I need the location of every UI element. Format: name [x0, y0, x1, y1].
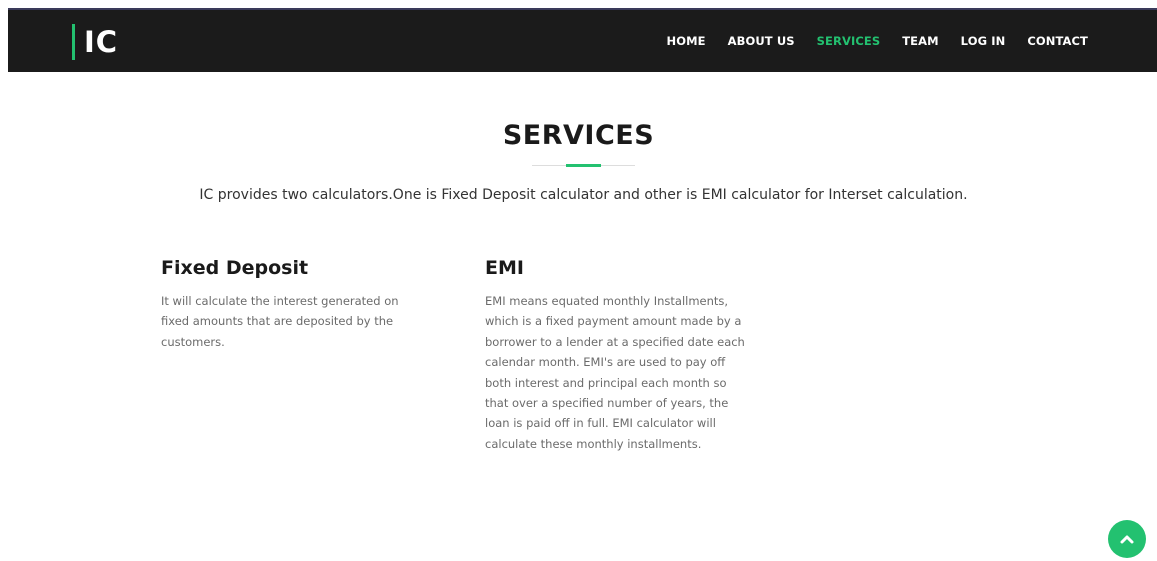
top-navbar: IC HOME ABOUT US SERVICES TEAM LOG IN CO… — [8, 8, 1157, 72]
nav-about-us[interactable]: ABOUT US — [728, 34, 795, 48]
services-intro: IC provides two calculators.One is Fixed… — [199, 187, 968, 203]
main-nav: HOME ABOUT US SERVICES TEAM LOG IN CONTA… — [666, 10, 1088, 72]
nav-team[interactable]: TEAM — [902, 34, 938, 48]
chevron-up-icon — [1120, 535, 1134, 544]
nav-log-in[interactable]: LOG IN — [961, 34, 1006, 48]
service-emi: EMI EMI means equated monthly Installmen… — [485, 257, 747, 454]
brand-logo[interactable]: IC — [72, 24, 118, 60]
title-divider-accent — [566, 164, 601, 167]
service-fixed-deposit: Fixed Deposit It will calculate the inte… — [161, 257, 401, 352]
scroll-to-top-button[interactable] — [1108, 520, 1146, 558]
services-title: SERVICES — [502, 120, 655, 151]
logo-accent-bar — [72, 24, 75, 60]
service-description: EMI means equated monthly Installments, … — [485, 294, 745, 451]
nav-home[interactable]: HOME — [666, 34, 705, 48]
service-title: Fixed Deposit — [161, 257, 309, 279]
service-description: It will calculate the interest generated… — [161, 294, 399, 349]
nav-contact[interactable]: CONTACT — [1027, 34, 1088, 48]
service-title: EMI — [485, 257, 524, 279]
logo-text: IC — [84, 25, 119, 59]
nav-services[interactable]: SERVICES — [817, 34, 881, 48]
